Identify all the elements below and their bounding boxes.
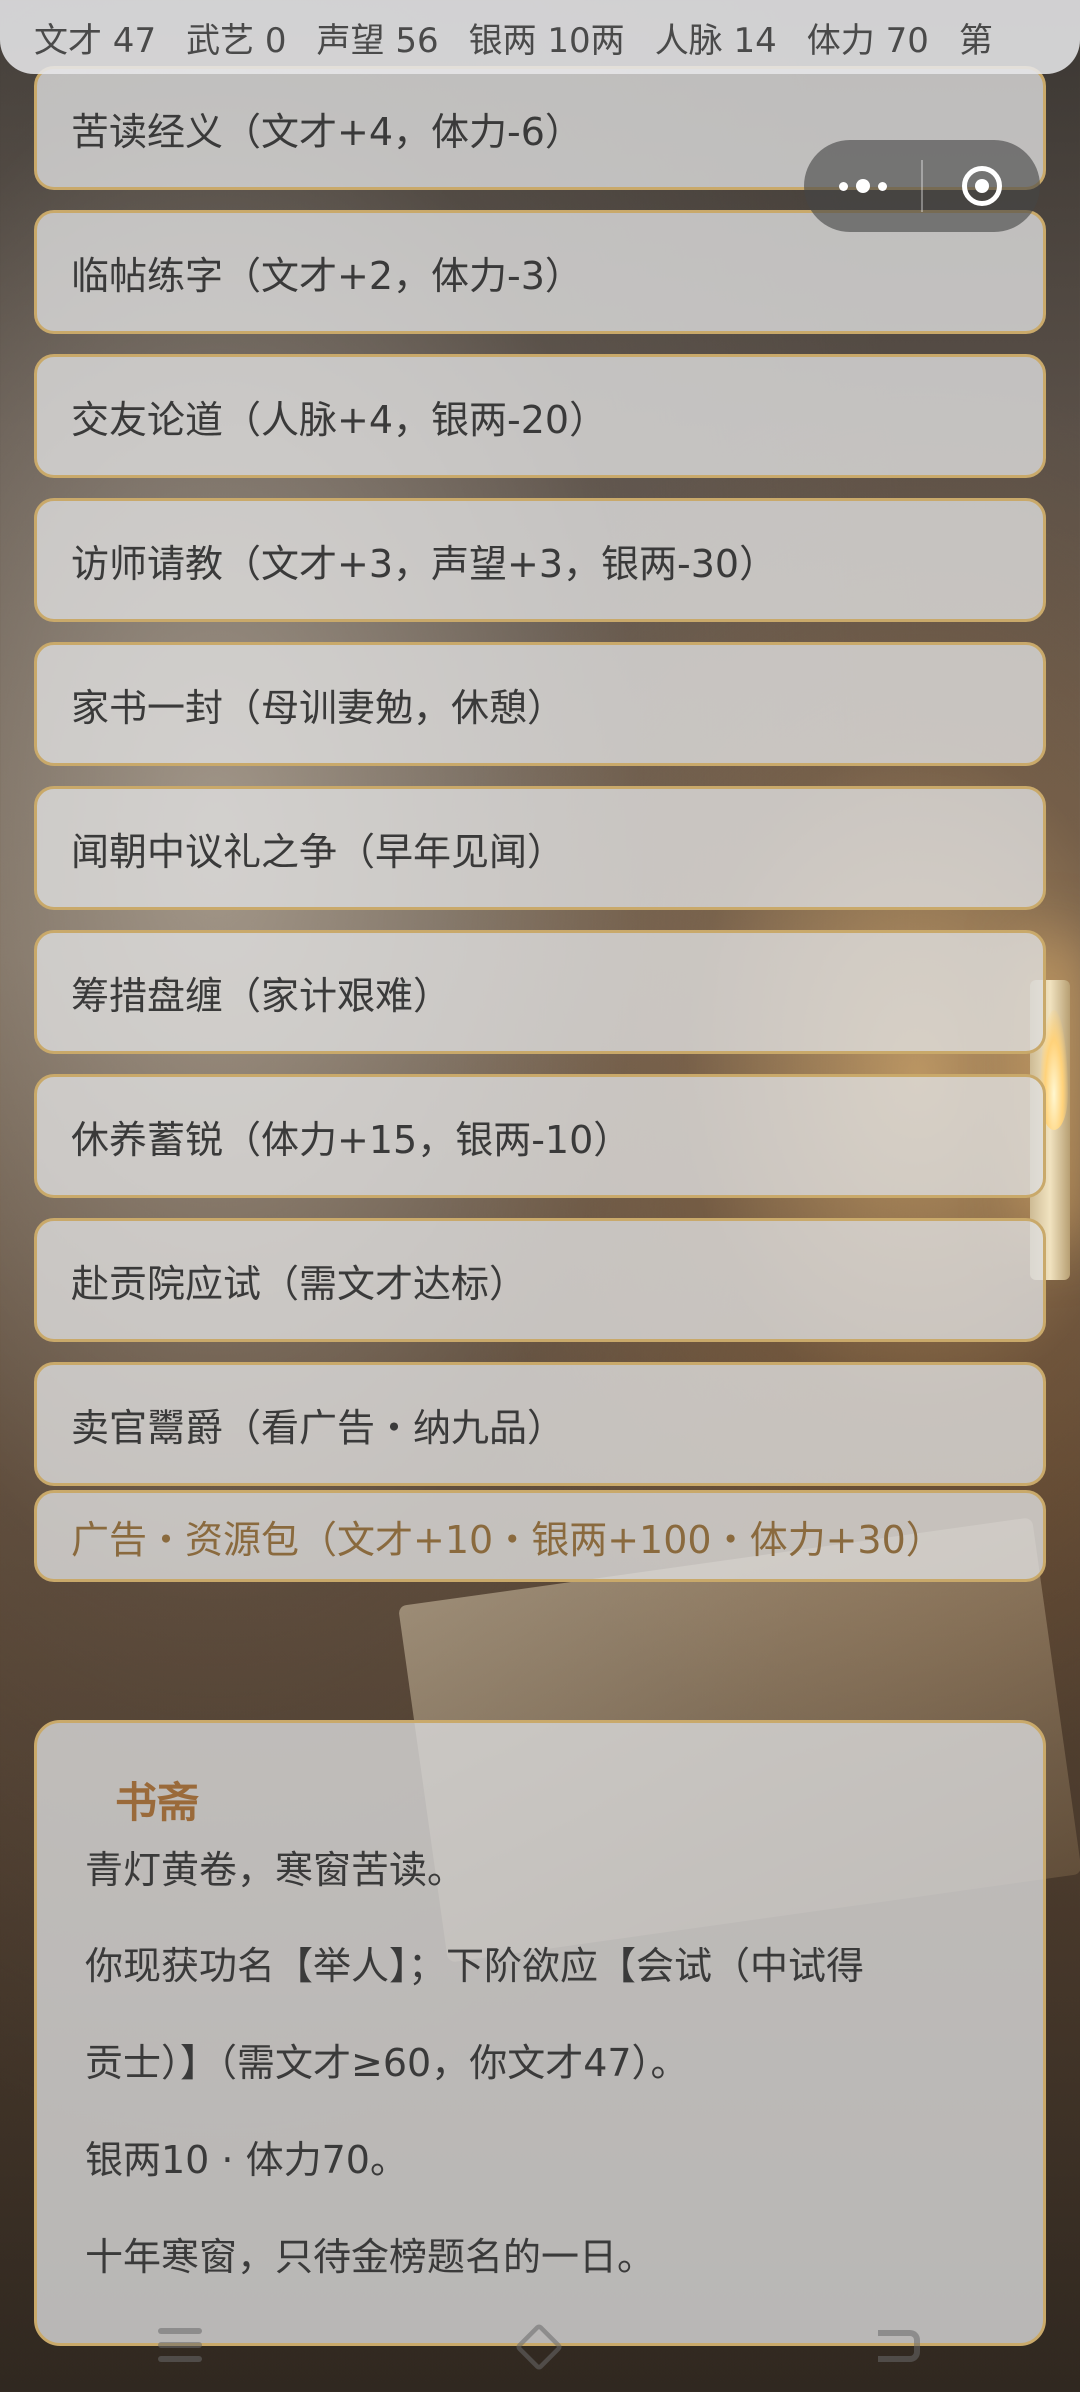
action-label: 临帖练字（文才+2，体力-3） [71,253,583,298]
stat-tili: 体力 70 [806,20,929,61]
stat-wencai: 文才 47 [34,20,157,61]
back-icon[interactable] [860,2316,940,2376]
action-label: 筹措盘缠（家计艰难） [71,973,452,1018]
miniprogram-capsule [804,140,1040,232]
menu-icon[interactable] [140,2316,220,2376]
action-label: 苦读经义（文才+4，体力-6） [71,109,583,154]
panel-motto: 十年寒窗，只待金榜题名的一日。 [85,2235,656,2279]
study-panel: 书斋 青灯黄卷，寒窗苦读。 你现获功名【举人】；下阶欲应【会试（中试得 贡士）】… [34,1720,1046,2346]
panel-resources: 银两10 · 体力70。 [85,2138,408,2182]
action-label: 交友论道（人脉+4，银两-20） [71,397,608,442]
action-button-raise-funds[interactable]: 筹措盘缠（家计艰难） [34,930,1046,1054]
panel-title: 书斋 [115,1778,200,1827]
system-nav-bar [0,2300,1080,2392]
ad-resource-pack-button[interactable]: 广告・资源包（文才+10・银两+100・体力+30） [34,1490,1046,1582]
action-button-rest[interactable]: 休养蓄锐（体力+15，银两-10） [34,1074,1046,1198]
home-icon[interactable] [500,2316,580,2376]
action-button-make-friends[interactable]: 交友论道（人脉+4，银两-20） [34,354,1046,478]
stat-wuyi: 武艺 0 [186,20,287,61]
panel-rank-info: 你现获功名【举人】；下阶欲应【会试（中试得 [85,1944,865,1988]
action-label: 访师请教（文才+3，声望+3，银两-30） [71,541,778,586]
stat-renmai: 人脉 14 [654,20,777,61]
action-label: 广告・资源包（文才+10・银两+100・体力+30） [71,1517,944,1562]
action-label: 家书一封（母训妻勉，休憩） [71,685,566,730]
panel-requirement: 贡士）】（需文才≥60，你文才47）。 [85,2041,689,2085]
action-button-visit-teacher[interactable]: 访师请教（文才+3，声望+3，银两-30） [34,498,1046,622]
action-label: 赴贡院应试（需文才达标） [71,1261,528,1306]
action-button-buy-office[interactable]: 卖官鬻爵（看广告・纳九品） [34,1362,1046,1486]
panel-description: 青灯黄卷，寒窗苦读。 [85,1848,466,1892]
stat-yinliang: 银两 10两 [468,20,625,61]
action-button-court-news[interactable]: 闻朝中议礼之争（早年见闻） [34,786,1046,910]
more-dots-icon[interactable] [804,140,921,232]
stat-truncated: 第 [958,20,993,61]
stat-shengwang: 声望 56 [316,20,439,61]
action-button-family-letter[interactable]: 家书一封（母训妻勉，休憩） [34,642,1046,766]
action-button-take-exam[interactable]: 赴贡院应试（需文才达标） [34,1218,1046,1342]
stats-bar: 文才 47 武艺 0 声望 56 银两 10两 人脉 14 体力 70 第 [0,0,1080,74]
action-label: 休养蓄锐（体力+15，银两-10） [71,1117,632,1162]
action-label: 闻朝中议礼之争（早年见闻） [71,829,566,874]
action-label: 卖官鬻爵（看广告・纳九品） [71,1405,566,1450]
close-target-icon[interactable] [923,140,1040,232]
